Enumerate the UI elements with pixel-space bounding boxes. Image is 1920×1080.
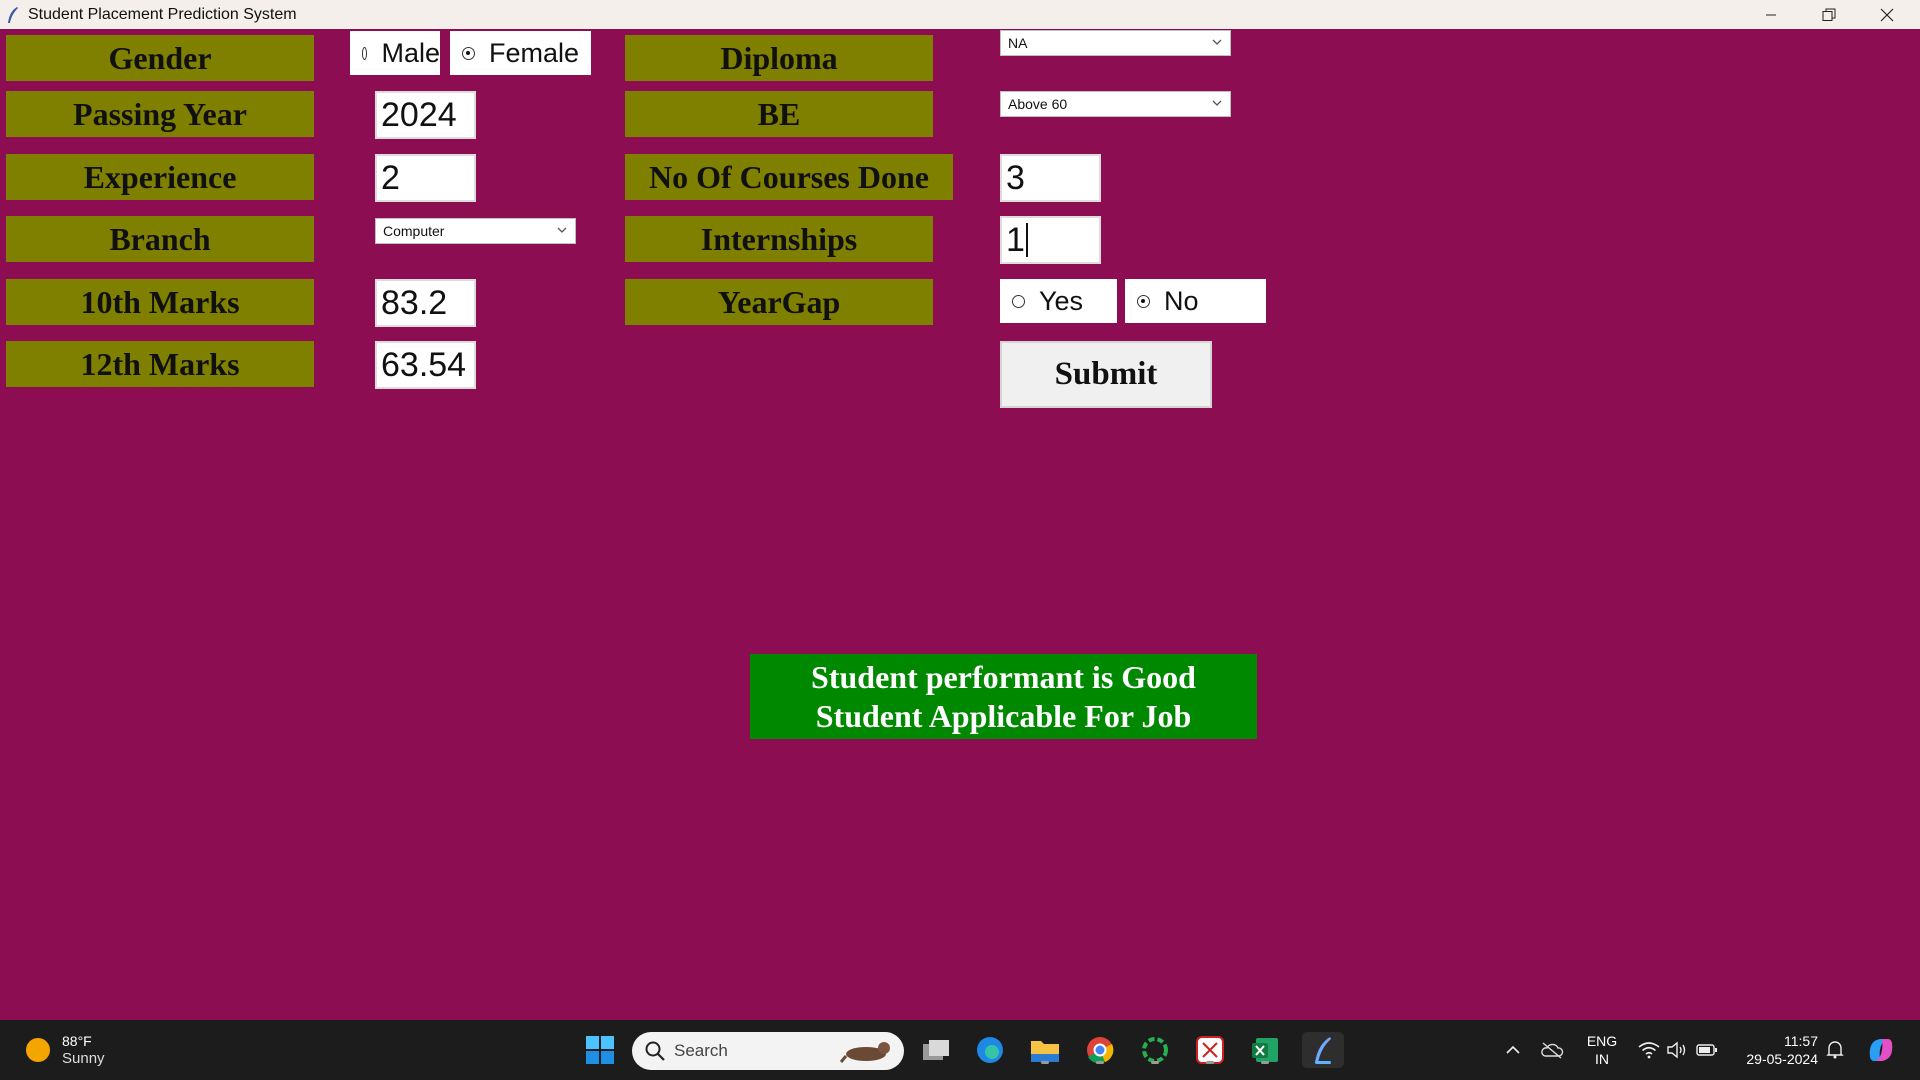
snipping-tool-button[interactable] <box>1192 1032 1228 1068</box>
python-app-button[interactable] <box>1302 1032 1344 1068</box>
branch-select[interactable]: Computer <box>375 218 576 244</box>
lang-top: ENG <box>1586 1033 1618 1049</box>
app-loader-button[interactable] <box>1137 1032 1173 1068</box>
internships-label: Internships <box>625 216 933 262</box>
file-explorer-button[interactable] <box>1027 1032 1063 1068</box>
search-icon <box>645 1041 665 1061</box>
internships-input[interactable]: 1 <box>1000 216 1101 264</box>
radio-off-icon <box>1012 294 1025 308</box>
copilot-button[interactable] <box>1864 1032 1898 1068</box>
clock-date: 29-05-2024 <box>1746 1051 1818 1067</box>
branch-select-value: Computer <box>383 223 445 239</box>
main-panel: Gender Passing Year Experience Branch 10… <box>0 29 1920 1020</box>
speaker-icon <box>1667 1041 1686 1059</box>
yeargap-yes-radio[interactable]: Yes <box>1000 279 1117 323</box>
be-select-value: Above 60 <box>1008 96 1068 112</box>
search-label: Search <box>674 1041 728 1060</box>
edge-button[interactable] <box>972 1032 1008 1068</box>
battery-icon <box>1696 1044 1717 1056</box>
twelfth-marks-input[interactable]: 63.54 <box>375 341 476 389</box>
passing-year-input[interactable]: 2024 <box>375 91 476 139</box>
result-line-2: Student Applicable For Job <box>815 697 1192 734</box>
edge-icon <box>977 1037 1003 1063</box>
yeargap-no-radio[interactable]: No <box>1125 279 1266 323</box>
twelfth-marks-label: 12th Marks <box>6 341 314 387</box>
folder-icon <box>1031 1041 1059 1062</box>
taskbar: 88°F Sunny Search ENG IN 11:57 29-05-202… <box>0 1020 1920 1080</box>
branch-label: Branch <box>6 216 314 262</box>
gender-female-radio[interactable]: Female <box>450 31 591 75</box>
radio-off-icon <box>362 46 368 60</box>
weather-widget[interactable]: 88°F Sunny <box>24 1032 134 1068</box>
show-hidden-icons-button[interactable] <box>1500 1032 1526 1068</box>
courses-done-label: No Of Courses Done <box>625 154 953 200</box>
radio-on-icon <box>1137 294 1150 308</box>
diploma-select[interactable]: NA <box>1000 30 1231 56</box>
otter-icon <box>840 1042 890 1063</box>
lang-bottom: IN <box>1595 1051 1609 1067</box>
restore-button[interactable] <box>1800 0 1858 29</box>
yeargap-no-label: No <box>1164 285 1199 316</box>
volume-status[interactable] <box>1664 1032 1690 1068</box>
wifi-status[interactable] <box>1636 1032 1662 1068</box>
tenth-marks-label: 10th Marks <box>6 279 314 325</box>
result-line-1: Student performant is Good <box>811 658 1196 695</box>
excel-button[interactable] <box>1247 1032 1283 1068</box>
result-message: Student performant is Good Student Appli… <box>750 654 1257 739</box>
weather-temp: 88°F <box>62 1033 92 1049</box>
title-bar: Student Placement Prediction System <box>0 0 1920 29</box>
internships-input-value: 1 <box>1006 220 1025 259</box>
window-title: Student Placement Prediction System <box>28 5 297 23</box>
feather-icon <box>8 6 18 23</box>
close-button[interactable] <box>1858 0 1916 29</box>
chevron-down-icon <box>557 227 567 233</box>
task-view-icon <box>923 1040 949 1060</box>
copilot-icon <box>1869 1039 1893 1061</box>
start-button[interactable] <box>582 1032 618 1068</box>
weather-desc: Sunny <box>62 1050 105 1067</box>
text-cursor <box>1025 223 1028 257</box>
task-view-button[interactable] <box>918 1032 954 1068</box>
passing-year-label: Passing Year <box>6 91 314 137</box>
gender-male-radio[interactable]: Male <box>350 31 440 75</box>
chevron-up-icon <box>1506 1045 1520 1054</box>
gender-male-label: Male <box>381 37 440 68</box>
radio-on-icon <box>462 46 475 60</box>
taskbar-search[interactable]: Search <box>632 1032 904 1070</box>
restore-icon <box>1822 8 1836 21</box>
bell-snooze-icon <box>1826 1041 1844 1059</box>
chrome-button[interactable] <box>1082 1032 1118 1068</box>
gender-label: Gender <box>6 35 314 81</box>
sun-icon <box>26 1038 50 1062</box>
be-select[interactable]: Above 60 <box>1000 91 1231 117</box>
clock-time: 11:57 <box>1784 1033 1818 1049</box>
experience-label: Experience <box>6 154 314 200</box>
chevron-down-icon <box>1212 39 1222 45</box>
diploma-label: Diploma <box>625 35 933 81</box>
notifications-button[interactable] <box>1824 1032 1846 1068</box>
onedrive-button[interactable] <box>1538 1032 1566 1068</box>
gender-female-label: Female <box>489 37 580 68</box>
yeargap-yes-label: Yes <box>1039 285 1084 316</box>
language-indicator[interactable]: ENG IN <box>1580 1032 1624 1068</box>
chevron-down-icon <box>1212 100 1222 106</box>
close-icon <box>1880 8 1894 21</box>
clock[interactable]: 11:57 29-05-2024 <box>1732 1032 1818 1068</box>
be-label: BE <box>625 91 933 137</box>
cloud-off-icon <box>1541 1042 1564 1059</box>
minimize-icon <box>1766 14 1776 15</box>
yeargap-label: YearGap <box>625 279 933 325</box>
tenth-marks-input[interactable]: 83.2 <box>375 279 476 327</box>
wifi-icon <box>1638 1042 1660 1059</box>
submit-button[interactable]: Submit <box>1000 341 1212 408</box>
minimize-button[interactable] <box>1742 0 1800 29</box>
battery-status[interactable] <box>1694 1032 1720 1068</box>
experience-input[interactable]: 2 <box>375 154 476 202</box>
courses-done-input[interactable]: 3 <box>1000 154 1101 202</box>
diploma-select-value: NA <box>1008 35 1028 51</box>
windows-icon <box>586 1036 614 1064</box>
